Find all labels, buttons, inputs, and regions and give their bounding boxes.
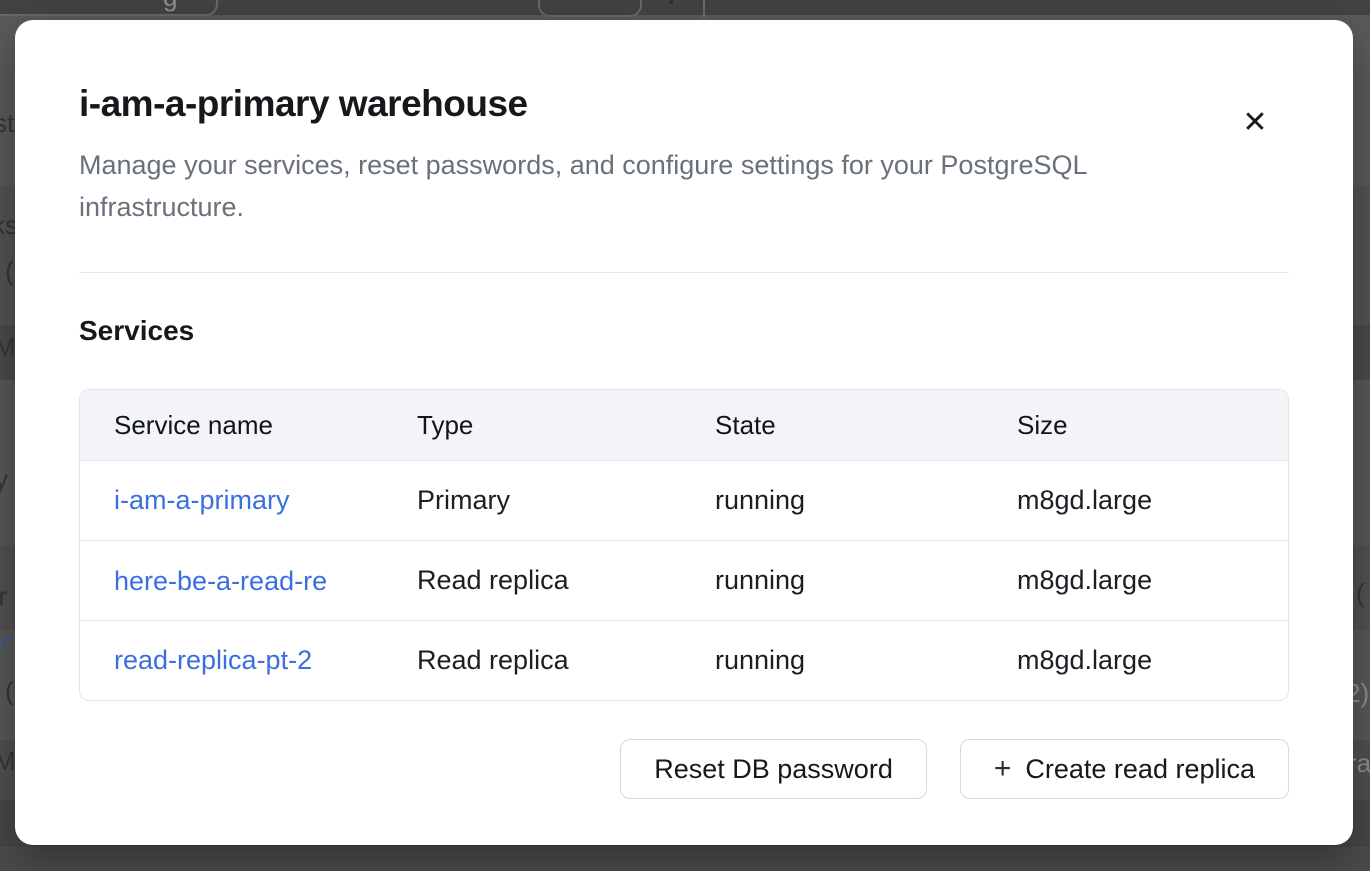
background-button-outline — [538, 0, 642, 17]
services-table: Service name Type State Size i-am-a-prim… — [79, 389, 1289, 701]
service-name-link[interactable]: i-am-a-primary — [114, 485, 290, 515]
create-read-replica-label: Create read replica — [1025, 754, 1255, 785]
background-text-fragment: g — [163, 0, 177, 10]
dialog-footer: Reset DB password + Create read replica — [79, 739, 1289, 799]
reset-db-password-label: Reset DB password — [654, 754, 893, 785]
plus-icon: + — [994, 754, 1012, 784]
table-row: read-replica-pt-2 Read replica running m… — [80, 621, 1288, 701]
column-header-state: State — [681, 390, 983, 461]
table-row: here-be-a-read-re Read replica running m… — [80, 541, 1288, 621]
service-state: running — [681, 461, 983, 541]
service-name-link[interactable]: read-replica-pt-2 — [114, 645, 312, 675]
background-text-fragment: ( — [5, 678, 14, 704]
service-state: running — [681, 621, 983, 701]
service-name-link[interactable]: here-be-a-read-re — [114, 566, 327, 597]
background-text-fragment: ar — [0, 583, 7, 609]
section-divider — [79, 272, 1289, 273]
column-header-type: Type — [383, 390, 681, 461]
overlay-band — [0, 845, 1370, 871]
reset-db-password-button[interactable]: Reset DB password — [620, 739, 927, 799]
table-row: i-am-a-primary Primary running m8gd.larg… — [80, 461, 1288, 541]
services-heading: Services — [79, 313, 1289, 349]
service-size: m8gd.large — [983, 461, 1288, 541]
background-button-outline — [0, 0, 218, 16]
service-type: Primary — [383, 461, 681, 541]
column-header-size: Size — [983, 390, 1288, 461]
background-text-fragment: ( — [5, 258, 14, 284]
background-text-fragment: st — [0, 110, 14, 136]
column-header-service-name: Service name — [80, 390, 383, 461]
service-size: m8gd.large — [983, 621, 1288, 701]
service-type: Read replica — [383, 541, 681, 621]
warehouse-dialog: ✕ i-am-a-primary warehouse Manage your s… — [15, 20, 1353, 845]
close-icon[interactable]: ✕ — [1235, 103, 1275, 143]
service-state: running — [681, 541, 983, 621]
background-divider-fragment — [703, 0, 705, 18]
service-type: Read replica — [383, 621, 681, 701]
background-dot-fragment — [669, 0, 673, 4]
service-size: m8gd.large — [983, 541, 1288, 621]
background-text-fragment: ( — [1356, 580, 1365, 606]
dialog-description: Manage your services, reset passwords, a… — [79, 144, 1289, 228]
background-text-fragment: ir — [0, 628, 10, 654]
table-header-row: Service name Type State Size — [80, 390, 1288, 461]
background-text-fragment: y — [0, 466, 8, 492]
dialog-description-line1: Manage your services, reset passwords, a… — [79, 150, 1088, 180]
dialog-title: i-am-a-primary warehouse — [79, 82, 1289, 126]
dialog-description-line2: infrastructure. — [79, 192, 244, 222]
create-read-replica-button[interactable]: + Create read replica — [960, 739, 1289, 799]
